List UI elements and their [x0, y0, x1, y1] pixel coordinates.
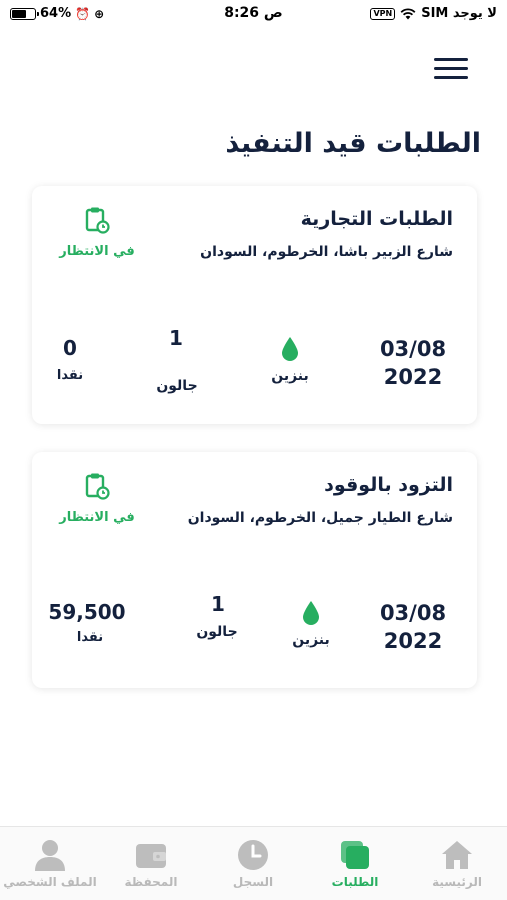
vpn-badge: VPN [370, 7, 396, 20]
order-date-day: 03/08 [379, 337, 447, 361]
menu-icon[interactable] [434, 58, 468, 84]
order-amount: 59,500 [48, 600, 126, 624]
carrier-text: لا يوجد SIM [421, 6, 497, 21]
order-title: الطلبات التجارية [300, 208, 453, 230]
home-icon [442, 841, 472, 869]
bottom-tab-bar: الرئيسية الطلبات السجل المحفظة الملف الش… [0, 826, 507, 900]
tab-label: الرئيسية [432, 875, 482, 889]
tab-home[interactable]: الرئيسية [407, 837, 507, 889]
tab-label: السجل [232, 875, 274, 889]
clock-icon [238, 840, 268, 870]
wifi-icon [400, 7, 416, 19]
tab-wallet[interactable]: المحفظة [101, 837, 201, 889]
tab-label: الطلبات [331, 875, 379, 889]
tab-history[interactable]: السجل [203, 837, 303, 889]
order-date-year: 2022 [383, 629, 443, 653]
order-card-refuel[interactable]: التزود بالوقود شارع الطيار جميل، الخرطوم… [32, 452, 477, 688]
tab-orders[interactable]: الطلبات [305, 837, 405, 889]
order-amount: 0 [63, 336, 77, 360]
tab-label: الملف الشخصي [3, 875, 97, 889]
fuel-drop-icon [303, 601, 319, 625]
order-card-commercial[interactable]: الطلبات التجارية شارع الزبير باشا، الخرط… [32, 186, 477, 424]
page-title: الطلبات قيد التنفيذ [225, 128, 481, 159]
payment-method: نقدا [76, 630, 104, 645]
order-address: شارع الطيار جميل، الخرطوم، السودان [187, 510, 453, 526]
quantity-value: 1 [211, 592, 225, 616]
tab-profile[interactable]: الملف الشخصي [0, 837, 100, 889]
quantity-value: 1 [169, 326, 183, 350]
user-icon [35, 840, 65, 871]
order-address: شارع الزبير باشا، الخرطوم، السودان [200, 244, 453, 260]
order-title: التزود بالوقود [324, 474, 453, 496]
order-date-day: 03/08 [379, 601, 447, 625]
status-bar: 64% ⏰ ⊕ 8:26 ص VPN لا يوجد SIM [0, 0, 507, 30]
clipboard-clock-icon [85, 207, 110, 234]
order-date-year: 2022 [383, 365, 443, 389]
quantity-unit: جالون [196, 624, 238, 640]
status-badge: في الانتظار [59, 244, 135, 259]
payment-method: نقدا [56, 368, 84, 383]
status-badge: في الانتظار [59, 510, 135, 525]
fuel-type: بنزين [292, 632, 330, 648]
clipboard-clock-icon [85, 473, 110, 500]
quantity-unit: جالون [156, 378, 198, 394]
orders-icon [341, 841, 369, 869]
fuel-type: بنزين [271, 368, 309, 384]
status-right: VPN لا يوجد SIM [370, 6, 497, 21]
tab-label: المحفظة [124, 875, 178, 889]
wallet-icon [136, 844, 166, 868]
fuel-drop-icon [282, 337, 298, 361]
